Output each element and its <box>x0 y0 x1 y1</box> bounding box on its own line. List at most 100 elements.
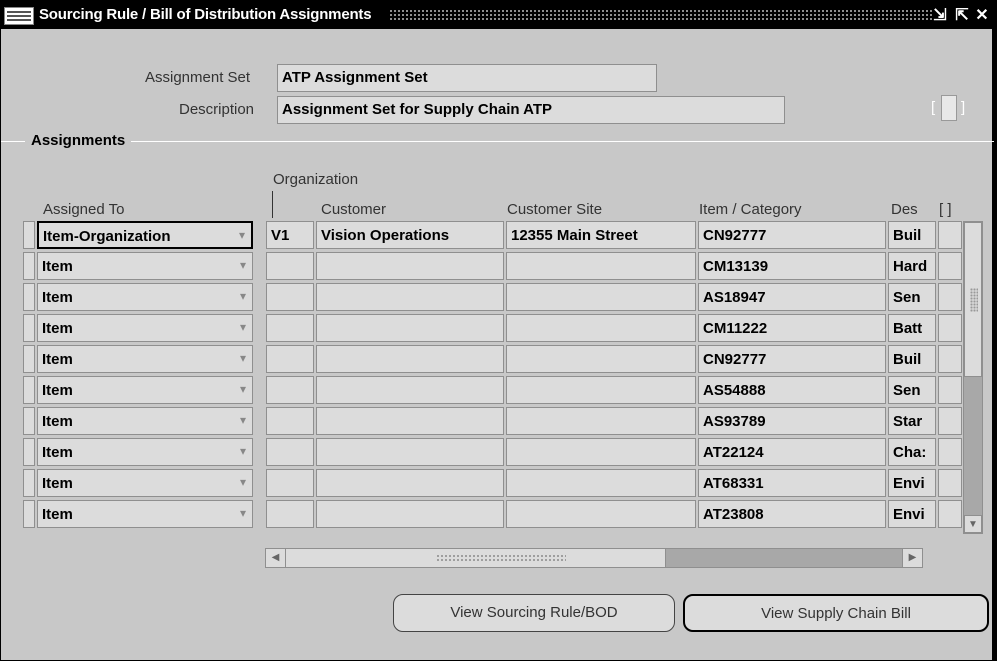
customer-site-cell[interactable] <box>506 438 696 466</box>
organization-cell[interactable] <box>266 283 314 311</box>
assigned-to-cell[interactable]: Item <box>37 438 253 466</box>
description-cell[interactable]: Batt <box>888 314 936 342</box>
row-selector[interactable] <box>23 221 35 249</box>
assigned-to-cell[interactable]: Item <box>37 283 253 311</box>
description-cell[interactable]: Sen <box>888 376 936 404</box>
item-category-cell[interactable]: AT22124 <box>698 438 886 466</box>
row-selector[interactable] <box>23 407 35 435</box>
view-sourcing-rule-button[interactable]: View Sourcing Rule/BOD <box>393 594 675 632</box>
item-category-cell[interactable]: AT23808 <box>698 500 886 528</box>
assigned-to-cell[interactable]: Item <box>37 500 253 528</box>
item-category-cell[interactable]: AS18947 <box>698 283 886 311</box>
customer-site-cell[interactable] <box>506 407 696 435</box>
close-icon[interactable]: ✕ <box>973 5 991 25</box>
organization-cell[interactable] <box>266 500 314 528</box>
customer-cell[interactable] <box>316 376 504 404</box>
descriptive-flexfield[interactable]: [ ] <box>931 95 971 121</box>
customer-cell[interactable] <box>316 252 504 280</box>
row-selector[interactable] <box>23 252 35 280</box>
customer-cell[interactable] <box>316 314 504 342</box>
description-cell[interactable]: Envi <box>888 469 936 497</box>
description-cell[interactable]: Cha: <box>888 438 936 466</box>
scroll-down-icon[interactable]: ▼ <box>964 515 982 533</box>
item-category-cell[interactable]: AT68331 <box>698 469 886 497</box>
scroll-right-icon[interactable]: ▶ <box>902 549 922 567</box>
assigned-to-cell[interactable]: Item <box>37 407 253 435</box>
item-category-cell[interactable]: CN92777 <box>698 345 886 373</box>
flexfield-cell[interactable] <box>938 469 962 497</box>
horizontal-scrollbar[interactable]: ◀ ▶ <box>265 548 923 568</box>
assigned-to-cell[interactable]: Item <box>37 252 253 280</box>
flexfield-box[interactable] <box>941 95 957 121</box>
customer-cell[interactable] <box>316 438 504 466</box>
organization-cell[interactable] <box>266 345 314 373</box>
customer-site-cell[interactable] <box>506 252 696 280</box>
assigned-to-cell[interactable]: Item-Organization <box>37 221 253 249</box>
description-cell[interactable]: Hard <box>888 252 936 280</box>
flexfield-cell[interactable] <box>938 252 962 280</box>
flexfield-cell[interactable] <box>938 376 962 404</box>
maximize-icon[interactable]: ⇱ <box>953 5 971 25</box>
flexfield-cell[interactable] <box>938 438 962 466</box>
col-assigned-to: Assigned To <box>43 201 125 218</box>
flexfield-cell[interactable] <box>938 345 962 373</box>
description-cell[interactable]: Buil <box>888 345 936 373</box>
assignment-set-field[interactable]: ATP Assignment Set <box>277 64 657 92</box>
assigned-to-cell[interactable]: Item <box>37 469 253 497</box>
description-cell[interactable]: Envi <box>888 500 936 528</box>
description-cell[interactable]: Buil <box>888 221 936 249</box>
customer-cell[interactable] <box>316 500 504 528</box>
organization-cell[interactable] <box>266 314 314 342</box>
flexfield-cell[interactable] <box>938 221 962 249</box>
view-supply-chain-bill-button[interactable]: View Supply Chain Bill <box>683 594 989 632</box>
flexfield-cell[interactable] <box>938 283 962 311</box>
description-cell[interactable]: Sen <box>888 283 936 311</box>
item-category-cell[interactable]: CN92777 <box>698 221 886 249</box>
table-row: Item CM13139Hard <box>23 252 983 281</box>
customer-site-cell[interactable] <box>506 376 696 404</box>
customer-cell[interactable]: Vision Operations <box>316 221 504 249</box>
assigned-to-cell[interactable]: Item <box>37 376 253 404</box>
customer-cell[interactable] <box>316 345 504 373</box>
item-category-cell[interactable]: AS54888 <box>698 376 886 404</box>
customer-site-cell[interactable] <box>506 283 696 311</box>
item-category-cell[interactable]: AS93789 <box>698 407 886 435</box>
assigned-to-cell[interactable]: Item <box>37 345 253 373</box>
customer-cell[interactable] <box>316 283 504 311</box>
description-field[interactable]: Assignment Set for Supply Chain ATP <box>277 96 785 124</box>
row-selector[interactable] <box>23 345 35 373</box>
row-selector[interactable] <box>23 283 35 311</box>
customer-site-cell[interactable] <box>506 345 696 373</box>
vertical-scroll-thumb[interactable] <box>964 222 982 377</box>
minimize-icon[interactable]: ⇲ <box>931 5 949 25</box>
organization-cell[interactable] <box>266 407 314 435</box>
customer-site-cell[interactable] <box>506 314 696 342</box>
organization-cell[interactable] <box>266 469 314 497</box>
organization-cell[interactable] <box>266 252 314 280</box>
organization-cell[interactable] <box>266 438 314 466</box>
col-item-category: Item / Category <box>699 201 802 218</box>
row-selector[interactable] <box>23 376 35 404</box>
scroll-left-icon[interactable]: ◀ <box>266 549 286 567</box>
title-bar[interactable]: Sourcing Rule / Bill of Distribution Ass… <box>1 1 993 29</box>
row-selector[interactable] <box>23 500 35 528</box>
customer-site-cell[interactable] <box>506 469 696 497</box>
organization-cell[interactable]: V1 <box>266 221 314 249</box>
assigned-to-cell[interactable]: Item <box>37 314 253 342</box>
flexfield-cell[interactable] <box>938 314 962 342</box>
flexfield-cell[interactable] <box>938 500 962 528</box>
item-category-cell[interactable]: CM11222 <box>698 314 886 342</box>
customer-site-cell[interactable]: 12355 Main Street <box>506 221 696 249</box>
customer-cell[interactable] <box>316 469 504 497</box>
row-selector[interactable] <box>23 438 35 466</box>
customer-site-cell[interactable] <box>506 500 696 528</box>
item-category-cell[interactable]: CM13139 <box>698 252 886 280</box>
horizontal-scroll-thumb[interactable] <box>286 549 666 567</box>
row-selector[interactable] <box>23 314 35 342</box>
customer-cell[interactable] <box>316 407 504 435</box>
description-cell[interactable]: Star <box>888 407 936 435</box>
vertical-scrollbar[interactable]: ▼ <box>963 221 983 534</box>
row-selector[interactable] <box>23 469 35 497</box>
organization-cell[interactable] <box>266 376 314 404</box>
flexfield-cell[interactable] <box>938 407 962 435</box>
